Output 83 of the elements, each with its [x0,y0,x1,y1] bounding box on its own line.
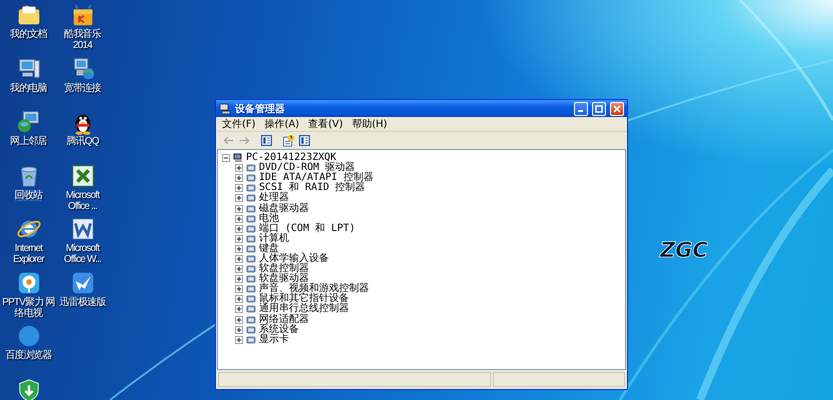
icon-label[interactable]: Microsoft Office ... [55,190,110,212]
tree-item[interactable]: 计算机 [259,234,289,244]
device-icon [246,224,256,234]
device-icon [246,173,256,184]
icon-label[interactable]: 网上邻居 [10,136,47,147]
computer-icon [233,153,243,164]
expander-icon[interactable] [235,275,243,284]
icon-label[interactable]: PPTV聚力 网络电视 [1,296,56,318]
document-icon[interactable] [70,216,96,242]
device-icon [246,324,256,335]
device-icon [246,304,256,314]
properties-icon[interactable] [282,134,295,147]
icon-label[interactable]: Microsoft Office W... [55,243,110,265]
menu-item[interactable]: 操作(A) [264,119,300,129]
icon-label[interactable]: 腾讯QQ [66,136,99,147]
expander-icon[interactable] [235,164,243,172]
expander-icon[interactable] [235,204,243,213]
tree-item[interactable]: 键盘 [259,244,279,254]
tree-item[interactable]: 电池 [259,214,279,224]
device-icon [246,234,256,244]
expander-icon[interactable] [235,184,243,192]
device-icon [246,254,256,264]
menu-item[interactable]: 帮助(H) [352,119,388,129]
tree-item[interactable]: 显示卡 [259,334,289,345]
tree-item[interactable]: 通用串行总线控制器 [259,304,349,314]
expander-icon[interactable] [235,305,243,314]
device-icon [246,183,256,194]
tree-item[interactable]: 处理器 [259,193,289,204]
device-icon [246,284,256,294]
window-title: 设备管理器 [235,102,286,116]
expander-icon[interactable] [235,194,243,202]
spreadsheet-icon[interactable] [70,162,96,188]
expander-icon[interactable] [235,316,243,324]
maximize-icon [595,104,603,112]
maximize-button[interactable] [592,102,606,116]
expander-icon[interactable] [235,295,243,304]
menu-item[interactable]: 文件(F) [222,119,256,129]
panel-icon[interactable] [298,134,311,147]
minimize-button[interactable] [574,102,588,116]
menu-item[interactable]: 查看(V) [308,119,343,129]
icon-label[interactable]: 迅雷极速版 [59,296,106,308]
icon-label[interactable]: 回收站 [14,190,42,200]
device-icon [246,214,256,224]
close-icon [613,104,621,112]
device-icon [246,244,256,254]
tree-item[interactable]: 软盘控制器 [259,264,309,274]
icon-label[interactable]: 宽带连接 [64,82,101,94]
expander-icon[interactable] [235,174,243,182]
tree-item[interactable]: PC-20141223ZXQK [246,153,336,164]
close-button[interactable] [610,102,624,116]
device-icon [246,314,256,325]
icon-label[interactable]: Internet Explorer [1,243,56,265]
device-icon [246,193,256,204]
device-icon [246,163,256,174]
tree-item[interactable]: 端口 (COM 和 LPT) [259,224,356,234]
tree-item[interactable]: 人体学输入设备 [259,254,329,264]
expander-icon[interactable] [235,234,243,243]
expander-icon[interactable] [235,214,243,223]
tree-item[interactable]: 磁盘驱动器 [259,204,309,214]
tree-item[interactable]: 系统设备 [259,324,299,335]
expander-icon[interactable] [235,244,243,253]
device-icon [246,274,256,284]
expander-icon[interactable] [235,336,243,344]
panel-icon[interactable] [260,134,273,147]
tree-item[interactable]: 网络适配器 [259,314,309,325]
expander-icon[interactable] [235,224,243,233]
expander-icon[interactable] [235,326,243,334]
icon-label[interactable]: 我的文档 [10,29,47,40]
expander-icon[interactable] [235,265,243,274]
device-icon [246,294,256,304]
wallpaper-logo-text: ZGC [660,238,708,262]
expander-icon[interactable] [235,254,243,263]
icon-label[interactable]: 百度浏览器 [5,350,52,361]
tree-item[interactable]: DVD/CD-ROM 驱动器 [259,163,356,174]
device-icon [246,334,256,345]
expander-icon[interactable] [235,285,243,294]
icon-label[interactable]: 我的电脑 [10,82,47,94]
expander-icon[interactable] [222,154,230,162]
device-icon [246,264,256,274]
network-computer-icon[interactable] [16,109,42,135]
computer-icon [219,102,231,114]
icon-label[interactable]: 酷我音乐 2014 [55,29,110,51]
device-icon [246,204,256,214]
